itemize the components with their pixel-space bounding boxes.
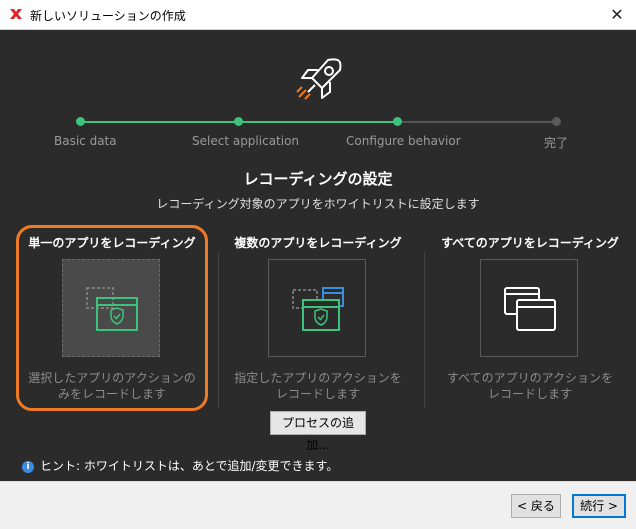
divider [218,252,219,408]
option-card[interactable] [480,259,578,357]
step-dot-basic-data [76,117,85,126]
step-dot-finish [552,117,561,126]
option-title: すべてのアプリをレコーディング [441,236,619,250]
step-label-basic-data: Basic data [54,134,117,148]
add-process-button[interactable]: プロセスの追加... [270,411,366,452]
step-dot-select-application [234,117,243,126]
wizard-content: Basic data Select application Configure … [0,30,636,481]
all-apps-icon [504,287,556,331]
window-title: 新しいソリューションの作成 [30,9,186,23]
selection-highlight [16,225,208,411]
info-icon: i [22,460,34,473]
option-all-apps[interactable]: すべてのアプリをレコーディング すべてのアプリのアクションをレコードします [432,226,628,408]
stepper-remaining-line [397,121,557,123]
option-card[interactable] [268,259,366,357]
close-button[interactable]: ✕ [606,4,628,26]
page-subtitle: レコーディング対象のアプリをホワイトリストに設定します [156,197,480,211]
page-title: レコーディングの設定 [243,170,393,188]
footer-bar: < 戻る 続行 > [0,481,636,529]
step-label-configure-behavior: Configure behavior [346,134,461,148]
option-title: 複数のアプリをレコーディング [234,236,402,250]
continue-button[interactable]: 続行 > [572,494,626,518]
multiple-apps-icon [292,287,344,331]
step-label-select-application: Select application [192,134,300,148]
step-dot-configure-behavior [393,117,402,126]
option-multiple-apps[interactable]: 複数のアプリをレコーディング 指定したアプリのアクションをレコードします [220,226,416,408]
title-bar: 新しいソリューションの作成 ✕ [0,0,636,30]
option-description: すべてのアプリのアクションをレコードします [446,371,614,401]
hint-text-row: i ヒント: ホワイトリストは、あとで追加/変更できます。 [22,457,338,474]
back-button[interactable]: < 戻る [511,494,561,518]
rocket-icon [296,58,342,100]
x-logo-icon [10,9,22,19]
divider [424,252,425,408]
step-label-finish: 完了 [544,136,569,150]
option-description: 指定したアプリのアクションをレコードします [234,371,402,401]
hint-text: ヒント: ホワイトリストは、あとで追加/変更できます。 [40,459,339,473]
